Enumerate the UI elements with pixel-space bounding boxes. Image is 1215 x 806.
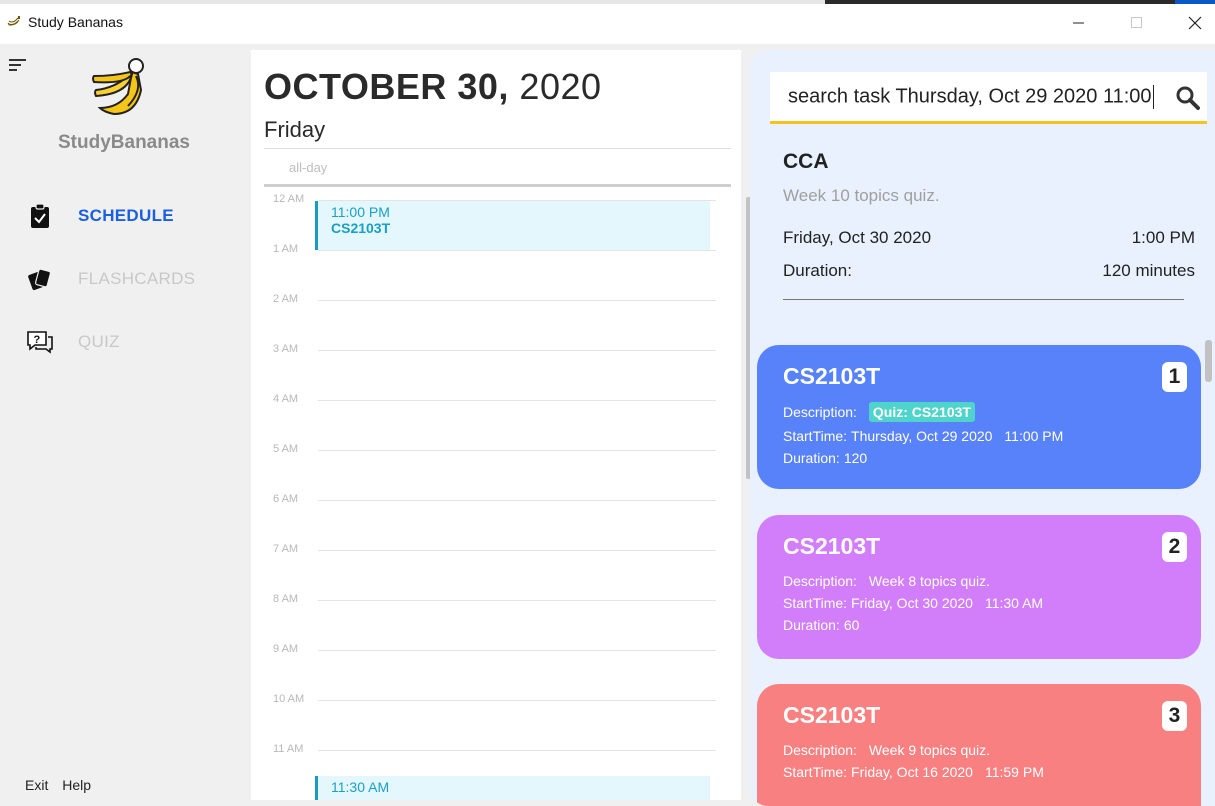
task-card-duration: Duration: 60 xyxy=(783,617,860,633)
hour-row: 5 AM xyxy=(251,443,741,455)
calendar-event[interactable]: 11:00 PM CS2103T xyxy=(315,201,710,250)
menu-icon[interactable] xyxy=(9,58,27,72)
event-time: 11:30 AM xyxy=(331,779,390,795)
task-detail: CCA Week 10 topics quiz. Friday, Oct 30 … xyxy=(783,150,1195,300)
detail-duration-row: Duration: 120 minutes xyxy=(783,261,1195,285)
task-card[interactable]: CS2103T 1 Description: Quiz: CS2103T Star… xyxy=(757,345,1201,489)
task-card-title: CS2103T xyxy=(783,533,881,559)
search-box[interactable]: search task Thursday, Oct 29 2020 11:00 xyxy=(770,72,1207,124)
task-card-title: CS2103T xyxy=(783,702,881,728)
task-card-starttime: StartTime: Friday, Oct 30 2020 11:30 AM xyxy=(783,595,1044,611)
calendar-date-heading: OCTOBER 30, 2020 xyxy=(264,66,602,108)
day-timeline[interactable]: 12 AM 1 AM 2 AM 3 AM 4 AM 5 AM 6 AM 7 AM… xyxy=(251,188,741,800)
task-card-starttime: StartTime: Friday, Oct 16 2020 11:59 PM xyxy=(783,764,1044,780)
detail-description: Week 10 topics quiz. xyxy=(783,186,940,205)
hour-row: 4 AM xyxy=(251,393,741,405)
hour-row: 1 AM xyxy=(251,243,741,255)
nav-quiz-label: QUIZ xyxy=(78,332,120,351)
task-tag: Quiz: CS2103T xyxy=(868,402,975,422)
close-button[interactable] xyxy=(1175,8,1215,38)
task-card-starttime: StartTime: Thursday, Oct 29 2020 11:00 PM xyxy=(783,428,1064,444)
search-icon[interactable] xyxy=(1175,85,1201,111)
detail-divider xyxy=(783,299,1184,300)
svg-text:?: ? xyxy=(34,334,41,346)
calendar-month-day: OCTOBER 30, xyxy=(264,66,509,107)
sidebar-footer: Exit Help xyxy=(25,777,101,793)
maximize-button[interactable] xyxy=(1117,8,1157,38)
detail-duration-value: 120 minutes xyxy=(1102,261,1195,280)
task-card-title: CS2103T xyxy=(783,363,881,389)
calendar-panel: OCTOBER 30, 2020 Friday all-day 12 AM 1 … xyxy=(251,50,741,800)
banana-logo xyxy=(92,58,144,116)
hour-row: 2 AM xyxy=(251,293,741,305)
nav-schedule[interactable]: SCHEDULE xyxy=(26,201,174,231)
hour-row: 9 AM xyxy=(251,643,741,655)
window-title-bar: Study Bananas xyxy=(0,0,1215,44)
event-name: CS2103T xyxy=(331,220,391,236)
calendar-divider-thick xyxy=(264,184,731,187)
detail-title: CCA xyxy=(783,150,829,173)
calendar-event[interactable]: 11:30 AM xyxy=(315,776,710,800)
banana-app-icon xyxy=(7,16,20,26)
sidebar: StudyBananas SCHEDULE FLASHCARDS ? QUIZ … xyxy=(0,44,250,806)
detail-duration-label: Duration: xyxy=(783,261,852,280)
detail-time: 1:00 PM xyxy=(1131,228,1195,247)
quiz-chat-icon: ? xyxy=(26,328,54,356)
detail-date: Friday, Oct 30 2020 xyxy=(783,228,932,247)
hour-row: 10 AM xyxy=(251,693,741,705)
calendar-weekday: Friday xyxy=(264,117,326,142)
minimize-button[interactable] xyxy=(1059,8,1099,38)
detail-datetime-row: Friday, Oct 30 2020 1:00 PM xyxy=(783,228,1195,252)
task-card-index: 1 xyxy=(1162,362,1187,392)
task-card-index: 2 xyxy=(1162,532,1187,562)
hour-row: 8 AM xyxy=(251,593,741,605)
nav-flashcards-label: FLASHCARDS xyxy=(78,269,196,288)
task-card[interactable]: CS2103T 3 Description: Week 9 topics quiz… xyxy=(757,684,1201,806)
hour-row: 3 AM xyxy=(251,343,741,355)
task-list-scrollbar[interactable] xyxy=(1205,340,1212,382)
calendar-year: 2020 xyxy=(519,66,602,107)
brand-name: StudyBananas xyxy=(58,132,190,153)
hour-row: 6 AM xyxy=(251,493,741,505)
all-day-label: all-day xyxy=(289,160,328,175)
nav-quiz[interactable]: ? QUIZ xyxy=(26,327,120,357)
task-card-description: Description: Quiz: CS2103T xyxy=(783,402,975,422)
search-input[interactable]: search task Thursday, Oct 29 2020 11:00 xyxy=(788,85,1154,109)
task-card-index: 3 xyxy=(1162,701,1187,731)
task-panel: search task Thursday, Oct 29 2020 11:00 … xyxy=(750,50,1215,806)
task-card-description: Description: Week 8 topics quiz. xyxy=(783,573,991,589)
close-icon xyxy=(1188,16,1202,30)
calendar-divider xyxy=(264,148,731,149)
maximize-icon xyxy=(1131,17,1142,28)
title-bar-top-edge xyxy=(0,0,1215,4)
event-time: 11:00 PM xyxy=(331,204,390,220)
task-card-duration: Duration: 120 xyxy=(783,450,868,466)
hour-row: 7 AM xyxy=(251,543,741,555)
help-link[interactable]: Help xyxy=(62,777,91,793)
nav-schedule-label: SCHEDULE xyxy=(78,206,174,225)
window-title: Study Bananas xyxy=(28,14,123,30)
nav-flashcards[interactable]: FLASHCARDS xyxy=(26,264,195,294)
exit-link[interactable]: Exit xyxy=(25,777,48,793)
task-card-description: Description: Week 9 topics quiz. xyxy=(783,742,991,758)
minimize-icon xyxy=(1073,22,1084,24)
clipboard-check-icon xyxy=(26,202,54,230)
task-card[interactable]: CS2103T 2 Description: Week 8 topics quiz… xyxy=(757,515,1201,659)
flashcards-icon xyxy=(26,265,54,293)
hour-row: 11 AM xyxy=(251,743,741,755)
